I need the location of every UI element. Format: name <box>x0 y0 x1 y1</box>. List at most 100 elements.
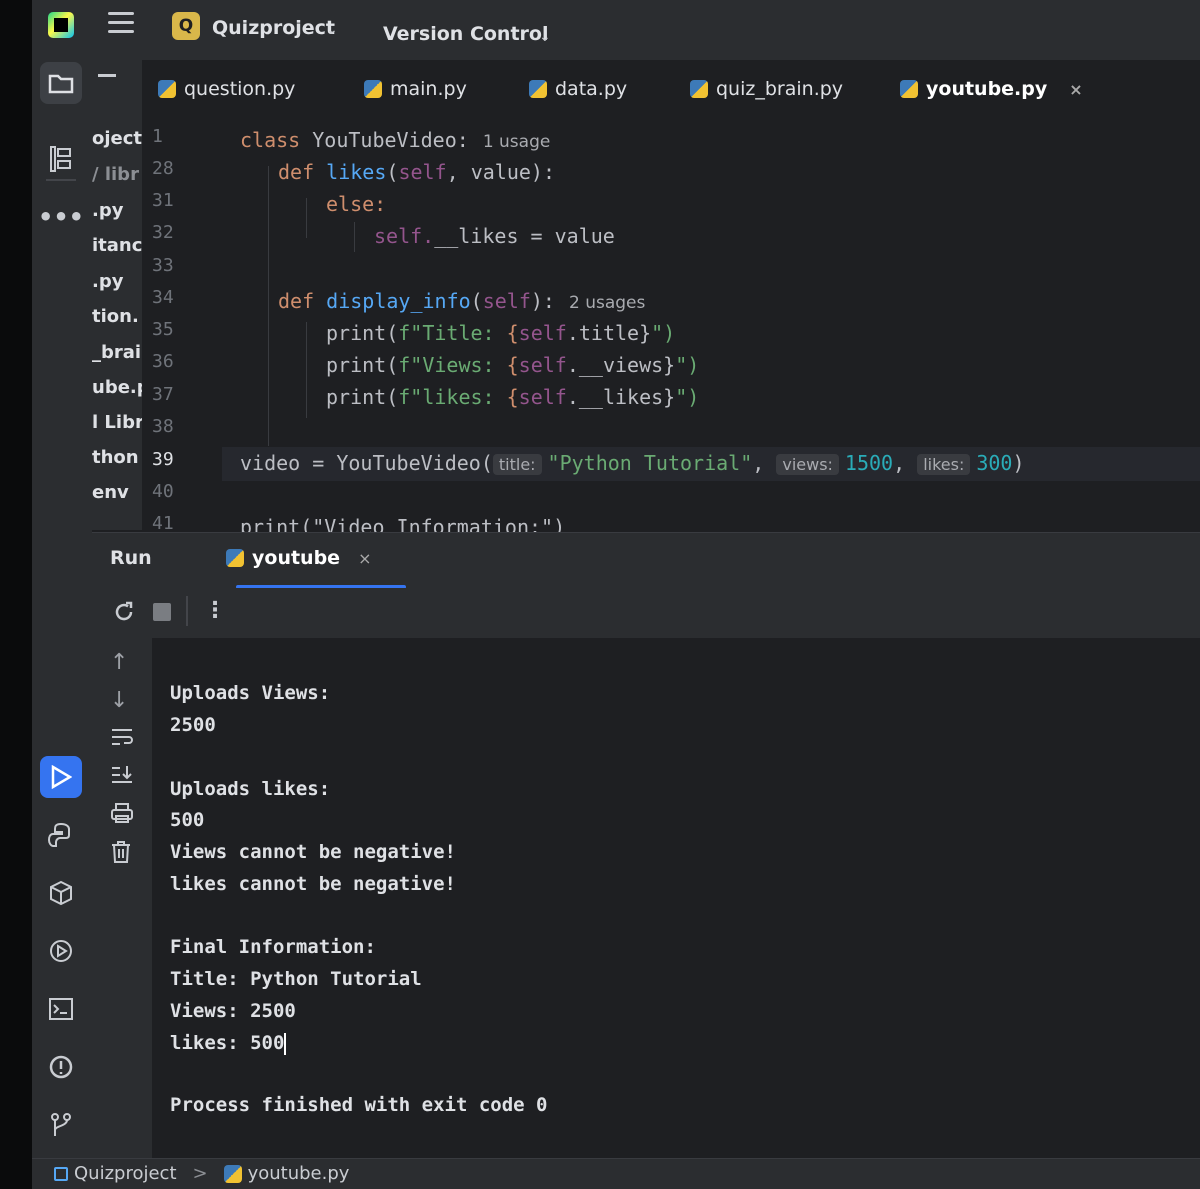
main-toolbar: Q Quizproject ⌄ Version Control ⌄ <box>32 0 1200 60</box>
more-vertical-icon[interactable]: ⋮ <box>204 598 226 623</box>
problems-icon[interactable] <box>40 1046 82 1088</box>
breadcrumb-project[interactable]: Quizproject <box>74 1163 177 1184</box>
console-line: 2500 <box>170 714 216 736</box>
code-text: ): <box>530 289 555 313</box>
python-console-icon[interactable] <box>40 814 82 856</box>
code-text: ( <box>386 160 399 184</box>
code-text: print( <box>326 385 399 409</box>
services-icon[interactable] <box>40 930 82 972</box>
main-menu-icon[interactable] <box>108 12 134 34</box>
chevron-down-icon[interactable]: ⌄ <box>539 29 551 45</box>
text-caret <box>284 1032 287 1055</box>
parameter-hint: likes: <box>917 454 971 475</box>
code-number: 1500 <box>844 451 894 475</box>
stop-icon[interactable] <box>152 602 172 628</box>
code-text: .__likes} <box>566 385 676 409</box>
code-keyword: def <box>278 289 315 313</box>
code-self: self. <box>374 224 435 248</box>
code-function-name: display_info <box>326 289 471 313</box>
project-tree-item[interactable]: env <box>92 482 129 503</box>
tab-youtube-py[interactable]: youtube.py × <box>900 78 1083 100</box>
line-number: 40 <box>152 481 174 502</box>
code-line-41: print("Video Information:") <box>240 515 565 532</box>
code-string: "Python Tutorial" <box>547 451 753 475</box>
code-text: video = YouTubeVideo( <box>240 451 493 475</box>
project-tree-item[interactable]: l Libr <box>92 412 142 433</box>
scroll-up-icon[interactable]: ↑ <box>110 650 128 675</box>
run-tab-youtube[interactable]: youtube × <box>226 547 371 569</box>
code-keyword: else: <box>326 192 387 216</box>
pycharm-logo-icon <box>48 12 74 38</box>
clear-icon[interactable] <box>110 840 132 870</box>
project-tree-item[interactable]: _brair <box>92 342 142 363</box>
more-icon[interactable]: ••• <box>38 196 84 238</box>
console-line: Uploads likes: <box>170 778 331 800</box>
project-tree-item[interactable]: .py <box>92 200 123 221</box>
console-line: Final Information: <box>170 936 376 958</box>
tab-question-py[interactable]: question.py <box>158 78 295 100</box>
project-tree-item[interactable]: itanc <box>92 235 142 256</box>
line-number: 33 <box>152 255 174 276</box>
project-tree-item[interactable]: ube.p <box>92 377 142 398</box>
run-console[interactable]: Uploads Views: 2500 Uploads likes: 500 V… <box>152 638 1200 1158</box>
python-file-icon <box>364 80 382 98</box>
code-self: self <box>518 385 567 409</box>
run-toolbar: ⋮ <box>92 588 1200 638</box>
structure-icon[interactable] <box>40 138 82 180</box>
scroll-to-end-icon[interactable] <box>110 764 134 792</box>
console-exit-line: Process finished with exit code 0 <box>170 1094 548 1116</box>
project-tree-item[interactable]: oject <box>92 128 142 149</box>
scroll-down-icon[interactable]: ↓ <box>110 688 128 713</box>
project-badge[interactable]: Q <box>172 12 200 40</box>
close-icon[interactable]: × <box>1069 80 1082 99</box>
code-text: , <box>752 451 765 475</box>
usage-hint[interactable]: 1 usage <box>483 132 551 152</box>
console-line: likes: 500 <box>170 1032 285 1054</box>
line-number: 36 <box>152 351 174 372</box>
project-tree-item[interactable]: / libr <box>92 164 139 185</box>
line-number: 38 <box>152 416 174 437</box>
tab-data-py[interactable]: data.py <box>529 78 627 100</box>
console-line: Title: Python Tutorial <box>170 968 422 990</box>
code-text: ( <box>470 289 483 313</box>
git-icon[interactable] <box>40 1104 82 1146</box>
python-packages-icon[interactable] <box>40 872 82 914</box>
tab-main-py[interactable]: main.py <box>364 78 467 100</box>
indent-guide <box>306 198 307 238</box>
code-self: self <box>518 321 567 345</box>
project-tree-item[interactable]: tion. <box>92 306 139 327</box>
code-number: 300 <box>976 451 1013 475</box>
code-string: ") <box>675 385 700 409</box>
breadcrumb-file[interactable]: youtube.py <box>248 1163 350 1184</box>
code-string: f"Title: <box>398 321 507 345</box>
version-control-menu[interactable]: Version Control <box>383 23 548 45</box>
close-icon[interactable]: × <box>358 549 371 568</box>
chevron-down-icon[interactable]: ⌄ <box>326 22 338 38</box>
code-self: self <box>398 160 447 184</box>
tab-quiz-brain-py[interactable]: quiz_brain.py <box>690 78 843 100</box>
folder-icon[interactable] <box>40 62 82 104</box>
line-number: 41 <box>152 513 174 534</box>
print-icon[interactable] <box>110 802 134 830</box>
run-icon[interactable] <box>40 756 82 798</box>
project-tree-item[interactable]: thon <box>92 447 139 468</box>
run-tab-label: youtube <box>252 547 341 569</box>
code-keyword: class <box>240 128 301 152</box>
terminal-icon[interactable] <box>40 988 82 1030</box>
rerun-icon[interactable] <box>112 600 136 630</box>
code-line-28: def likes(self, value): <box>278 160 555 184</box>
editor-tabs: question.py main.py data.py quiz_brain.p… <box>142 60 1200 123</box>
code-text: .title} <box>566 321 652 345</box>
project-tree-item[interactable]: .py <box>92 271 123 292</box>
code-editor[interactable]: class YouTubeVideo: 1 usage def likes(sel… <box>222 122 1200 532</box>
minimize-icon[interactable] <box>98 74 116 77</box>
project-selector[interactable]: Quizproject <box>212 17 335 39</box>
line-number: 37 <box>152 384 174 405</box>
line-number: 32 <box>152 222 174 243</box>
soft-wrap-icon[interactable] <box>110 726 134 754</box>
usage-hint[interactable]: 2 usages <box>569 293 645 313</box>
python-file-icon <box>900 80 918 98</box>
breadcrumb: Quizproject > youtube.py <box>54 1163 349 1184</box>
line-number-gutter: 1 28 31 32 33 34 35 36 37 38 39 40 41 <box>142 122 222 534</box>
tab-label: question.py <box>184 78 296 100</box>
